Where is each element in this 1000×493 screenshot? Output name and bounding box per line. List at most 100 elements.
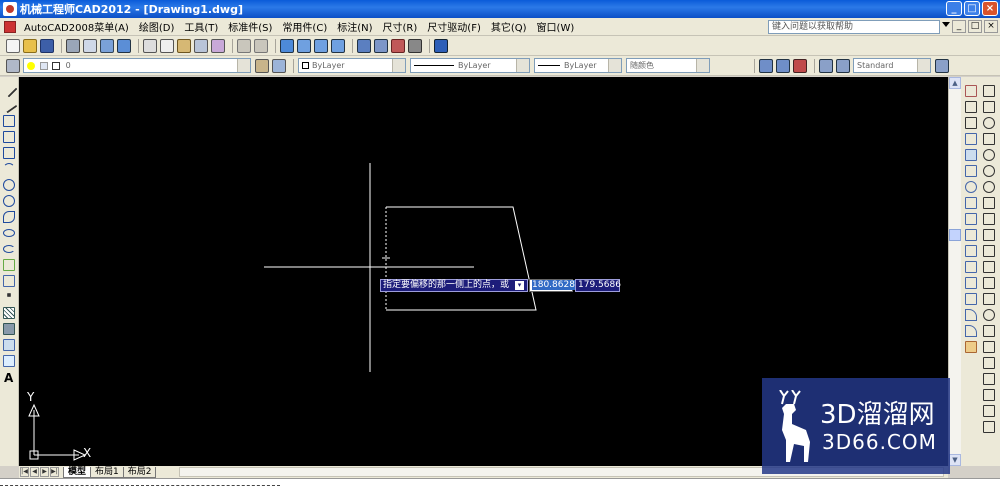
minimize-button[interactable]: _ [946,1,962,16]
menu-autocad2008[interactable]: AutoCAD2008菜单(A) [19,19,134,34]
dim-space-icon[interactable] [983,261,995,273]
text-style-icon[interactable] [935,58,949,73]
menu-common-parts[interactable]: 常用件(C) [277,19,332,34]
pan-icon[interactable] [280,38,294,53]
ellipse-icon[interactable] [3,229,15,237]
tool-palettes-icon[interactable] [391,38,405,53]
circle-icon[interactable] [3,179,15,191]
dim-baseline-icon[interactable] [983,229,995,241]
spline-icon[interactable] [3,211,15,223]
properties-icon[interactable] [357,38,371,53]
dim-arc-length-icon[interactable] [983,117,995,129]
dim-edit-icon[interactable] [983,357,995,369]
lineweight-dropdown[interactable]: ByLayer [534,58,622,73]
break-at-point-icon[interactable] [965,261,977,273]
ellipse-arc-icon[interactable] [3,245,15,253]
help-dropdown-icon[interactable] [942,22,950,27]
table-icon[interactable] [3,355,15,367]
dim-jogged-icon[interactable] [983,165,995,177]
cut-icon[interactable] [143,38,157,53]
dim-style-icon[interactable] [819,58,833,73]
design-center-icon[interactable] [374,38,388,53]
open-file-icon[interactable] [23,38,37,53]
scale-icon[interactable] [965,197,977,209]
layer-dropdown[interactable]: 0 [23,58,251,73]
explode-icon[interactable] [965,341,977,353]
scroll-up-icon[interactable]: ▲ [949,77,961,89]
block-editor-icon[interactable] [211,38,225,53]
dim-override-icon[interactable] [983,421,995,433]
dim-jogged-linear-icon[interactable] [983,341,995,353]
next-tab-icon[interactable]: ▶ [40,467,49,477]
center-mark-icon[interactable] [983,309,995,321]
first-tab-icon[interactable]: |◀ [20,467,29,477]
fillet-icon[interactable] [965,325,977,337]
new-file-icon[interactable] [6,38,20,53]
3d-dwf-icon[interactable] [117,38,131,53]
help-icon[interactable] [434,38,448,53]
menu-dimension[interactable]: 标注(N) [332,19,377,34]
array-icon[interactable] [965,149,977,161]
command-line[interactable] [0,478,1000,493]
zoom-realtime-icon[interactable] [297,38,311,53]
rectangle-icon[interactable] [3,147,15,159]
erase-icon[interactable] [965,85,977,97]
zoom-window-icon[interactable] [314,38,328,53]
multiline-text-icon[interactable]: A [4,371,13,385]
plotstyle-dropdown[interactable]: 随颜色 [626,58,710,73]
prev-tab-icon[interactable]: ◀ [30,467,39,477]
y-coordinate-input[interactable]: 179.5686 [575,279,621,292]
menu-size-drive[interactable]: 尺寸驱动(F) [422,19,486,34]
make-object-layer-current-icon[interactable] [255,58,269,73]
menu-standard-parts[interactable]: 标准件(S) [223,19,277,34]
doc-restore-button[interactable]: □ [968,20,982,33]
dim-ordinate-icon[interactable] [983,133,995,145]
undo-icon[interactable] [237,38,251,53]
copy-object-icon[interactable] [965,101,977,113]
menu-draw[interactable]: 绘图(D) [134,19,180,34]
linetype-dropdown[interactable]: ByLayer [410,58,530,73]
save-icon[interactable] [40,38,54,53]
rotate-icon[interactable] [965,181,977,193]
extend-icon[interactable] [965,245,977,257]
dim-break-icon[interactable] [983,277,995,289]
publish-icon[interactable] [100,38,114,53]
copy-icon[interactable] [160,38,174,53]
arc-icon[interactable] [3,163,15,175]
hatch-icon[interactable] [3,307,15,319]
print-preview-icon[interactable] [83,38,97,53]
trapezoid-shape[interactable] [386,206,537,311]
dim-style-side-icon[interactable] [983,405,995,417]
dim-radius-side-icon[interactable] [983,149,995,161]
help-search-input[interactable]: 键入问题以获取帮助 [768,20,940,34]
quick-dim-icon[interactable] [983,213,995,225]
dim-diameter-icon[interactable] [983,181,995,193]
dim-update-side-icon[interactable] [983,389,995,401]
calculator-icon[interactable] [408,38,422,53]
x-coordinate-input[interactable]: 180.8628 [529,279,575,292]
tab-layout2[interactable]: 布局2 [122,466,157,478]
polygon-icon[interactable] [3,131,15,143]
move-icon[interactable] [965,165,977,177]
line-icon[interactable] [0,80,18,98]
match-properties-icon[interactable] [194,38,208,53]
polyline-icon[interactable] [3,115,15,127]
insert-block-icon[interactable] [3,259,15,271]
dim-update-icon[interactable] [836,58,850,73]
dim-aligned-side-icon[interactable] [983,101,995,113]
dim-continue-icon[interactable] [983,245,995,257]
dimstyle-dropdown[interactable]: Standard [853,58,931,73]
tolerance-icon[interactable] [983,293,995,305]
close-button[interactable]: × [982,1,998,16]
paste-icon[interactable] [177,38,191,53]
menu-size[interactable]: 尺寸(R) [378,19,423,34]
dim-radius-icon[interactable] [793,58,807,73]
options-down-arrow-icon[interactable]: ▾ [515,281,524,290]
redo-icon[interactable] [254,38,268,53]
layer-previous-icon[interactable] [272,58,286,73]
tab-layout1[interactable]: 布局1 [90,466,124,478]
dim-linear-side-icon[interactable] [983,85,995,97]
tab-model[interactable]: 模型 [63,466,92,478]
menu-tools[interactable]: 工具(T) [179,19,223,34]
construction-line-icon[interactable] [0,96,18,114]
